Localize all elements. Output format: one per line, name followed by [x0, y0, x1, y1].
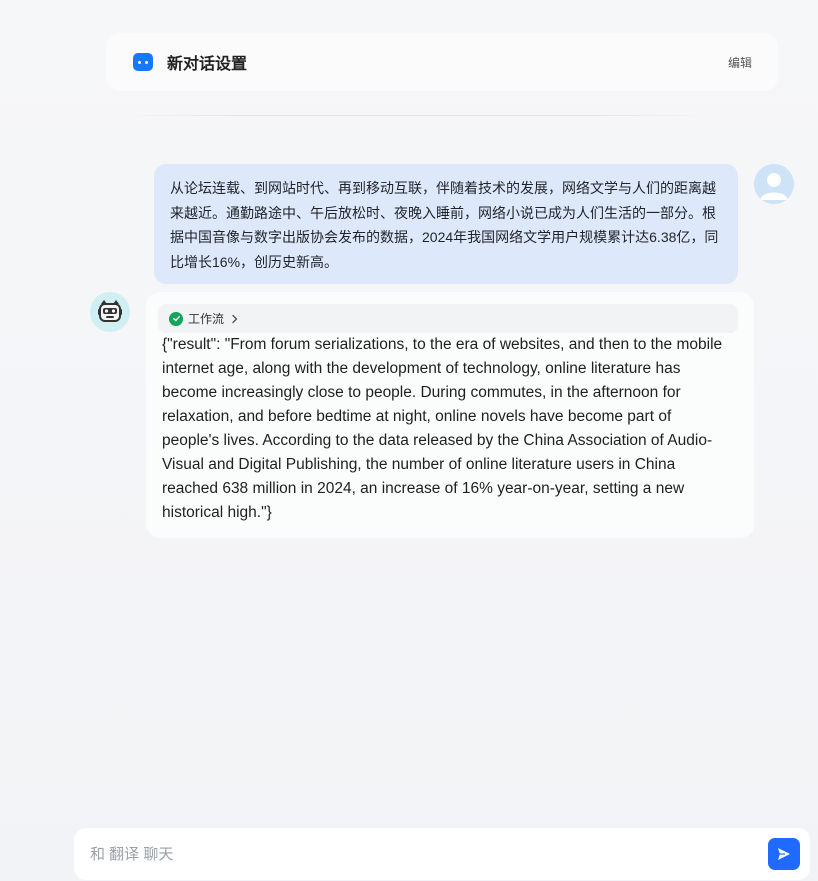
- chat-input[interactable]: [88, 844, 768, 864]
- send-icon: [778, 848, 790, 860]
- user-message-text: 从论坛连载、到网站时代、再到移动互联，伴随着技术的发展，网络文学与人们的距离越来…: [170, 180, 719, 270]
- send-button[interactable]: [768, 838, 800, 870]
- chevron-right-icon: [231, 314, 239, 324]
- robot-avatar-icon[interactable]: [90, 292, 130, 332]
- bot-app-icon: [133, 53, 153, 71]
- chat-header: 新对话设置 编辑: [106, 33, 778, 91]
- header-divider: [116, 115, 716, 116]
- check-circle-icon: [169, 311, 183, 326]
- user-message-bubble: 从论坛连载、到网站时代、再到移动互联，伴随着技术的发展，网络文学与人们的距离越来…: [154, 164, 738, 284]
- bot-message-bubble: 工作流 {"result": "From forum serialization…: [146, 292, 754, 538]
- chat-page: 新对话设置 编辑 从论坛连载、到网站时代、再到移动互联，伴随着技术的发展，网络文…: [0, 0, 818, 881]
- chat-input-bar: [74, 828, 810, 880]
- page-title: 新对话设置: [167, 56, 248, 73]
- workflow-toggle[interactable]: 工作流: [158, 304, 738, 333]
- bot-message-text: {"result": "From forum serializations, t…: [162, 336, 723, 521]
- user-avatar-icon[interactable]: [754, 164, 794, 204]
- workflow-label: 工作流: [188, 312, 225, 326]
- edit-button[interactable]: 编辑: [728, 54, 752, 71]
